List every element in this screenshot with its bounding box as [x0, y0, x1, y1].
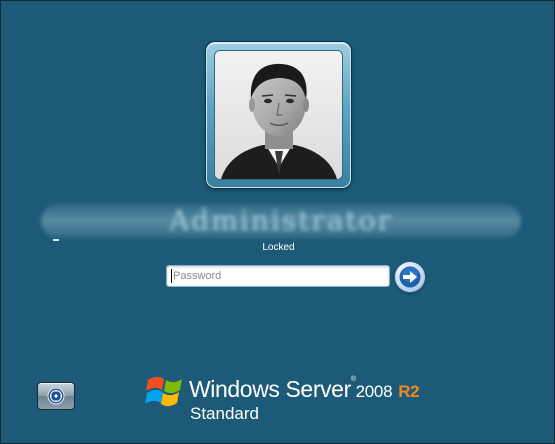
arrow-right-icon — [399, 266, 421, 288]
logon-screen: Administrator Locked Windows Server®2008… — [0, 0, 555, 444]
password-input[interactable] — [166, 265, 390, 287]
windows-flag-logo — [145, 376, 182, 407]
username-label: Administrator — [41, 204, 521, 238]
lock-status-label: Locked — [262, 242, 295, 253]
submit-button[interactable] — [395, 262, 425, 292]
ease-of-access-icon — [47, 387, 65, 405]
product-edition: Standard — [190, 404, 259, 423]
product-name: Windows Server®2008 R2 — [189, 375, 420, 406]
product-title: Windows Server — [189, 376, 351, 402]
product-version: 2008 — [355, 382, 393, 401]
user-portrait-icon — [215, 51, 342, 179]
ease-of-access-button[interactable] — [37, 382, 75, 410]
user-tile[interactable] — [206, 42, 351, 188]
focus-underline — [53, 239, 59, 241]
avatar — [215, 51, 342, 179]
text-caret — [171, 269, 172, 283]
product-release: R2 — [398, 382, 420, 401]
